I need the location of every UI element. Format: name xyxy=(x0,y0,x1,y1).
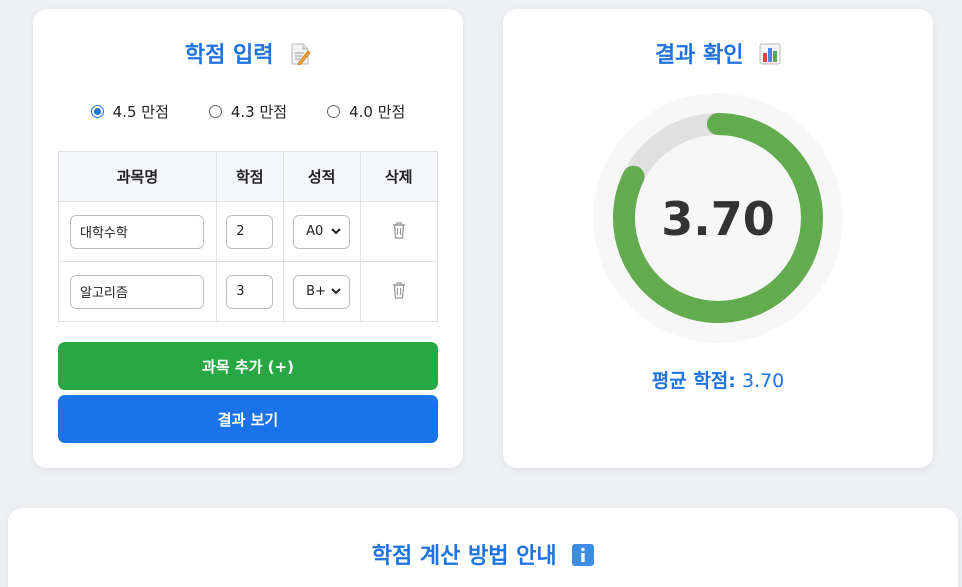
scale-option-4-0[interactable]: 4.0 만점 xyxy=(327,101,405,122)
scale-option-4-3[interactable]: 4.3 만점 xyxy=(208,101,287,122)
scale-option-4-5[interactable]: 4.5 만점 xyxy=(90,101,169,122)
chevron-down-icon xyxy=(331,288,341,295)
chevron-down-icon xyxy=(331,228,341,235)
bar-chart-icon xyxy=(759,43,781,65)
table-header-row: 과목명 학점 성적 삭제 xyxy=(58,151,439,202)
memo-icon xyxy=(291,43,311,65)
guide-card-title: 학점 계산 방법 안내 xyxy=(8,538,958,570)
course-name-input[interactable]: 대학수학 xyxy=(70,214,204,249)
result-card: 결과 확인 3.70 평균 학점: 3.70 xyxy=(503,9,933,468)
credit-cell: 2 xyxy=(215,201,284,262)
table-row: 알고리즘 3 B+ xyxy=(58,261,439,322)
grade-select[interactable]: B+ xyxy=(293,274,351,309)
average-gpa: 평균 학점: 3.70 xyxy=(651,370,785,392)
radio-4-3[interactable] xyxy=(208,105,222,118)
view-result-button[interactable]: 결과 보기 xyxy=(58,395,438,443)
course-name-input[interactable]: 알고리즘 xyxy=(70,274,204,309)
course-name-cell: 알고리즘 xyxy=(58,261,217,322)
add-course-button[interactable]: 과목 추가 (+) xyxy=(58,342,438,390)
grade-cell: B+ xyxy=(282,261,361,322)
course-table: 과목명 학점 성적 삭제 대학수학 2 A0 알고리즘 3 B+ xyxy=(58,151,439,322)
trash-icon[interactable] xyxy=(391,281,407,299)
radio-4-5[interactable] xyxy=(90,105,104,118)
result-card-title: 결과 확인 xyxy=(503,37,933,69)
info-icon xyxy=(572,544,595,566)
delete-cell xyxy=(359,261,439,322)
grade-cell: A0 xyxy=(282,201,361,262)
course-name-cell: 대학수학 xyxy=(58,201,217,262)
header-delete: 삭제 xyxy=(359,151,439,202)
guide-card: 학점 계산 방법 안내 xyxy=(8,508,958,587)
radio-4-0[interactable] xyxy=(327,105,341,118)
credit-cell: 3 xyxy=(215,261,284,322)
header-grade: 성적 xyxy=(282,151,361,202)
delete-cell xyxy=(359,201,439,262)
table-row: 대학수학 2 A0 xyxy=(58,201,439,262)
header-course-name: 과목명 xyxy=(58,151,217,202)
gpa-gauge: 3.70 xyxy=(593,93,843,343)
grade-select[interactable]: A0 xyxy=(293,214,351,249)
grade-input-card: 학점 입력 4.5 만점 4.3 만점 4.0 만점 과목명 학점 성적 삭제 … xyxy=(33,9,463,468)
gauge-value: 3.70 xyxy=(661,192,775,246)
input-card-title: 학점 입력 xyxy=(33,37,463,69)
trash-icon[interactable] xyxy=(391,221,407,239)
header-credit: 학점 xyxy=(215,151,284,202)
scale-radio-group: 4.5 만점 4.3 만점 4.0 만점 xyxy=(33,101,463,122)
credit-input[interactable]: 2 xyxy=(226,214,274,249)
credit-input[interactable]: 3 xyxy=(226,274,274,309)
